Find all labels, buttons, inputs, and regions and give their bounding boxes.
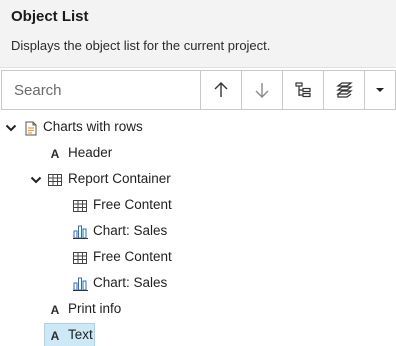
tree-item-label: Chart: Sales — [93, 275, 168, 290]
tree-item-text[interactable]: A Text — [0, 323, 396, 346]
search-input[interactable] — [2, 71, 199, 109]
text-icon: A — [50, 303, 60, 317]
tree-item-print-info[interactable]: A Print info — [0, 297, 396, 323]
more-options-button[interactable] — [364, 71, 395, 109]
panel-header: Object List Displays the object list for… — [0, 0, 396, 68]
tree-item-chart-sales[interactable]: Chart: Sales — [0, 219, 396, 245]
tree-item-label: Free Content — [93, 197, 172, 212]
arrow-up-icon — [213, 81, 229, 99]
tree-item-report-container[interactable]: Report Container — [0, 167, 396, 193]
dropdown-caret-icon — [375, 86, 385, 94]
toolbar — [1, 70, 396, 110]
text-icon: A — [50, 329, 60, 343]
chevron-down-icon[interactable] — [5, 121, 17, 135]
table-icon — [72, 250, 88, 266]
panel-title: Object List — [11, 8, 89, 25]
text-icon: A — [50, 147, 60, 161]
table-icon — [47, 172, 63, 188]
bar-chart-icon — [72, 276, 88, 292]
tree-item-label: Report Container — [68, 171, 171, 186]
move-down-button[interactable] — [241, 71, 282, 109]
tree-view-button[interactable] — [282, 71, 323, 109]
tree-item-label: Print info — [68, 301, 122, 316]
bar-chart-icon — [72, 224, 88, 240]
arrow-down-icon — [254, 81, 270, 99]
tree-item-charts-with-rows[interactable]: Charts with rows — [0, 115, 396, 141]
tree-item-label: Header — [68, 145, 113, 160]
tree-item-label: Chart: Sales — [93, 223, 168, 238]
layers-button[interactable] — [323, 71, 364, 109]
panel-subtitle: Displays the object list for the current… — [11, 38, 271, 53]
tree-item-label: Text — [68, 327, 93, 342]
tree-item-chart-sales[interactable]: Chart: Sales — [0, 271, 396, 297]
tree-item-label: Charts with rows — [43, 119, 143, 134]
tree-item-free-content[interactable]: Free Content — [0, 245, 396, 271]
tree-item-label: Free Content — [93, 249, 172, 264]
table-icon — [72, 198, 88, 214]
tree-item-free-content[interactable]: Free Content — [0, 193, 396, 219]
chevron-down-icon[interactable] — [30, 173, 42, 187]
document-icon — [23, 120, 39, 136]
tree-view-icon — [294, 81, 312, 99]
move-up-button[interactable] — [200, 71, 241, 109]
layers-icon — [335, 81, 353, 99]
tree-item-header[interactable]: A Header — [0, 141, 396, 167]
